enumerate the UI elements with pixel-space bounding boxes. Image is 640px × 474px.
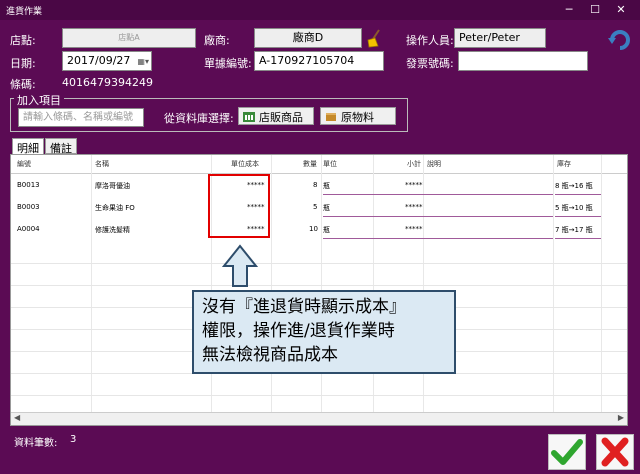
cell-stock: 8 瓶→16 瓶 (555, 182, 593, 190)
col-qty[interactable]: 數量 (303, 159, 317, 169)
col-unit[interactable]: 單位 (323, 159, 337, 169)
operator-field: Peter/Peter (454, 28, 546, 48)
operator-label: 操作人員: (406, 34, 454, 47)
vendor-label: 廠商: (204, 34, 230, 47)
date-value: 2017/09/27 (67, 54, 131, 67)
close-button[interactable]: ✕ (610, 1, 632, 19)
cell-code: A0004 (17, 225, 40, 233)
scroll-left-icon[interactable]: ◀ (14, 413, 20, 422)
col-name[interactable]: 名稱 (95, 159, 109, 169)
doc-no-field[interactable]: A-170927105704 (254, 51, 384, 71)
store-icon (243, 112, 255, 122)
table-row[interactable]: B0003 生命果油 FO ***** 5 瓶 ***** 5 瓶→10 瓶 (11, 197, 627, 219)
col-unit-cost[interactable]: 單位成本 (231, 159, 259, 169)
tab-notes[interactable]: 備註 (45, 138, 77, 155)
cell-code: B0013 (17, 181, 40, 189)
invoice-field[interactable] (458, 51, 588, 71)
refresh-icon[interactable] (608, 28, 632, 50)
item-search-input[interactable]: 請輸入條碼、名稱或編號 (18, 108, 144, 127)
store-goods-label: 店販商品 (259, 111, 303, 124)
cell-stock: 5 瓶→10 瓶 (555, 204, 593, 212)
cell-unit: 瓶 (323, 204, 330, 212)
check-icon (551, 439, 583, 465)
callout-line-1: 沒有『進退貨時顯示成本』 (202, 297, 406, 317)
vendor-field[interactable]: 廠商D (254, 28, 362, 48)
horizontal-scrollbar[interactable]: ◀ ▶ (11, 412, 627, 425)
cell-subtotal: ***** (405, 225, 423, 233)
date-label: 日期: (10, 57, 36, 70)
calendar-dropdown-icon[interactable]: ▦▾ (137, 55, 149, 69)
store-field[interactable]: 店點A (62, 28, 196, 48)
cell-name: 生命果油 FO (95, 204, 135, 212)
close-x-icon (601, 437, 629, 467)
store-goods-button[interactable]: 店販商品 (238, 107, 314, 125)
raw-material-label: 原物料 (341, 111, 374, 124)
cell-subtotal: ***** (405, 203, 423, 211)
record-count-label: 資料筆數: (14, 438, 58, 449)
scroll-right-icon[interactable]: ▶ (618, 413, 624, 422)
up-arrow-icon (221, 244, 259, 288)
cell-subtotal: ***** (405, 181, 423, 189)
add-items-legend: 加入項目 (14, 92, 64, 108)
from-db-label: 從資料庫選擇: (164, 112, 234, 125)
table-row[interactable]: A0004 修護洗髮精 ***** 10 瓶 ***** 7 瓶→17 瓶 (11, 219, 627, 241)
cell-name: 摩洛哥優油 (95, 182, 130, 190)
col-stock[interactable]: 庫存 (557, 159, 571, 169)
cell-qty[interactable]: 10 (309, 225, 318, 233)
record-count-value: 3 (70, 434, 77, 445)
store-label: 店點: (10, 34, 36, 47)
cell-stock: 7 瓶→17 瓶 (555, 226, 593, 234)
maximize-button[interactable]: ☐ (584, 1, 606, 19)
cancel-button[interactable] (596, 434, 634, 470)
confirm-button[interactable] (548, 434, 586, 470)
doc-no-label: 單據編號: (204, 57, 252, 70)
callout-line-3: 無法檢視商品成本 (202, 345, 338, 365)
cell-unit: 瓶 (323, 182, 330, 190)
title-bar: 進貨作業 ─ ☐ ✕ (0, 0, 640, 20)
col-note[interactable]: 說明 (427, 159, 441, 169)
cost-highlight-box (208, 174, 270, 238)
raw-material-button[interactable]: 原物料 (320, 107, 396, 125)
window-title: 進貨作業 (6, 7, 43, 17)
barcode-value: 4016479394249 (62, 76, 153, 89)
callout-line-2: 權限，操作進/退貨作業時 (202, 321, 395, 341)
barcode-label: 條碼: (10, 78, 36, 91)
cell-qty[interactable]: 8 (313, 181, 317, 189)
col-code[interactable]: 編號 (17, 159, 31, 169)
box-icon (326, 113, 336, 121)
tab-details[interactable]: 明細 (12, 138, 44, 155)
cell-unit: 瓶 (323, 226, 330, 234)
cell-code: B0003 (17, 203, 40, 211)
table-row[interactable]: B0013 摩洛哥優油 ***** 8 瓶 ***** 8 瓶→16 瓶 (11, 175, 627, 197)
permission-callout: 沒有『進退貨時顯示成本』 權限，操作進/退貨作業時 無法檢視商品成本 (192, 290, 456, 374)
col-subtotal[interactable]: 小計 (407, 159, 421, 169)
date-field[interactable]: 2017/09/27 ▦▾ (62, 51, 152, 71)
cell-name: 修護洗髮精 (95, 226, 130, 234)
invoice-label: 發票號碼: (406, 57, 454, 70)
table-header: 編號 名稱 單位成本 數量 單位 小計 說明 庫存 (11, 155, 627, 174)
cell-qty[interactable]: 5 (313, 203, 317, 211)
broom-icon[interactable] (365, 28, 383, 48)
minimize-button[interactable]: ─ (558, 1, 580, 19)
